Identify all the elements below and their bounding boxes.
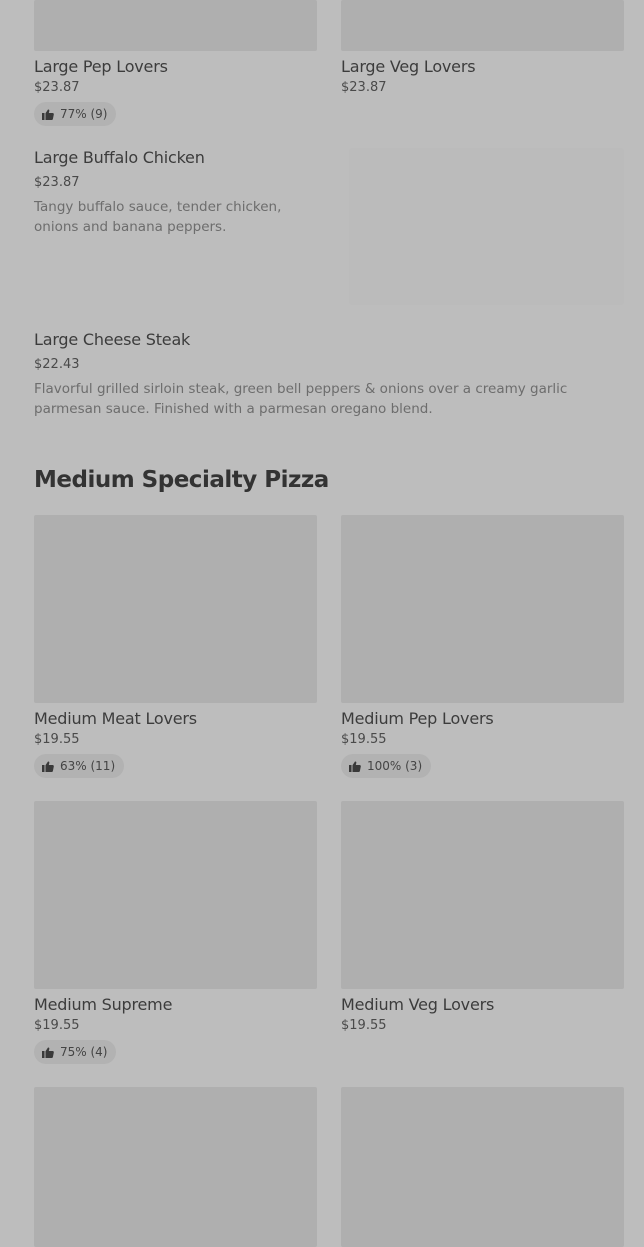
medium-specialty-row-1: Medium Meat Lovers $19.55 63% (11) Mediu… <box>34 515 624 778</box>
item-name: Large Buffalo Chicken <box>34 148 205 167</box>
thumbs-up-icon <box>42 108 54 120</box>
item-name: Large Cheese Steak <box>34 330 191 349</box>
medium-specialty-row-2: Medium Supreme $19.55 75% (4) Medium Veg… <box>34 801 624 1064</box>
rating-text: 75% (4) <box>60 1045 108 1059</box>
item-price: $23.87 <box>34 175 80 190</box>
thumbs-up-icon <box>42 760 54 772</box>
menu-card-medium-supreme[interactable]: Medium Supreme $19.55 75% (4) <box>34 801 317 1064</box>
item-image[interactable] <box>34 515 317 703</box>
menu-card-large-veg-lovers[interactable]: Large Veg Lovers $23.87 <box>341 0 624 126</box>
item-price: $19.55 <box>34 1018 80 1033</box>
rating-badge: 75% (4) <box>34 1040 117 1064</box>
item-name: Medium Pep Lovers <box>341 709 494 728</box>
item-price: $23.87 <box>34 80 80 95</box>
item-price: $22.43 <box>34 357 80 372</box>
item-image[interactable] <box>349 148 624 305</box>
item-name: Large Veg Lovers <box>341 57 476 76</box>
menu-list-item-large-buffalo-chicken[interactable]: Large Buffalo Chicken $23.87 Tangy buffa… <box>34 148 624 305</box>
item-text: Large Buffalo Chicken $23.87 Tangy buffa… <box>34 148 324 305</box>
item-name: Large Pep Lovers <box>34 57 168 76</box>
rating-text: 77% (9) <box>60 107 108 121</box>
item-image[interactable] <box>341 801 624 989</box>
item-price: $19.55 <box>341 1018 387 1033</box>
rating-text: 100% (3) <box>367 759 423 773</box>
rating-badge: 100% (3) <box>341 754 432 778</box>
item-description: Tangy buffalo sauce, tender chicken, oni… <box>34 199 282 235</box>
item-price: $23.87 <box>341 80 387 95</box>
menu-card-large-pep-lovers[interactable]: Large Pep Lovers $23.87 77% (9) <box>34 0 317 126</box>
item-image[interactable] <box>341 1087 624 1247</box>
rating-badge: 63% (11) <box>34 754 125 778</box>
item-image[interactable] <box>341 0 624 51</box>
medium-specialty-row-3 <box>34 1087 624 1247</box>
item-image[interactable] <box>341 515 624 703</box>
item-image[interactable] <box>34 1087 317 1247</box>
rating-text: 63% (11) <box>60 759 116 773</box>
item-price: $19.55 <box>341 732 387 747</box>
item-name: Medium Supreme <box>34 995 173 1014</box>
large-specialty-row: Large Pep Lovers $23.87 77% (9) Large Ve… <box>34 0 624 126</box>
menu-list-item-large-cheese-steak[interactable]: Large Cheese Steak $22.43 Flavorful gril… <box>34 330 624 419</box>
section-title: Medium Specialty Pizza <box>34 467 329 493</box>
menu-card-medium-meat-lovers[interactable]: Medium Meat Lovers $19.55 63% (11) <box>34 515 317 778</box>
menu-card[interactable] <box>34 1087 317 1247</box>
menu-card[interactable] <box>341 1087 624 1247</box>
item-image[interactable] <box>34 0 317 51</box>
menu-card-medium-pep-lovers[interactable]: Medium Pep Lovers $19.55 100% (3) <box>341 515 624 778</box>
item-name: Medium Meat Lovers <box>34 709 197 728</box>
thumbs-up-icon <box>349 760 361 772</box>
thumbs-up-icon <box>42 1046 54 1058</box>
item-description: Flavorful grilled sirloin steak, green b… <box>34 381 568 417</box>
item-name: Medium Veg Lovers <box>341 995 495 1014</box>
item-image[interactable] <box>34 801 317 989</box>
rating-badge: 77% (9) <box>34 102 117 126</box>
menu-card-medium-veg-lovers[interactable]: Medium Veg Lovers $19.55 <box>341 801 624 1064</box>
item-price: $19.55 <box>34 732 80 747</box>
